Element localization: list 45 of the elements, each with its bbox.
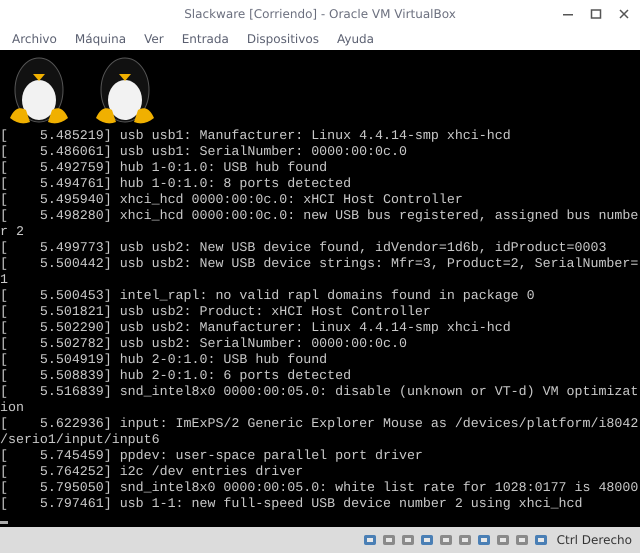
host-key-label: Ctrl Derecho (556, 533, 632, 547)
console-line: ion (0, 400, 25, 416)
console-line: [ 5.495940] xhci_hcd 0000:00:0c.0: xHCI Host Controller (0, 192, 464, 208)
device-status-icon[interactable] (532, 532, 549, 548)
device-status-icon[interactable] (476, 532, 492, 548)
device-status-icon[interactable] (400, 532, 416, 548)
console-line: [ 5.502782] usb usb2: SerialNumber: 0000:00:0c.0 (0, 336, 408, 352)
menu-item[interactable]: Archivo (12, 32, 57, 46)
console-line: [ 5.494761] hub 1-0:1.0: 8 ports detected (0, 176, 352, 192)
console-line: r 2 (0, 224, 25, 240)
console-line: [ 5.795050] snd_intel8x0 0000:00:05.0: white list rate for 1028:0177 is 48000 (0, 480, 640, 496)
text-cursor (0, 521, 8, 524)
console-line: [ 5.486061] usb usb1: SerialNumber: 0000:00:0c.0 (0, 144, 408, 160)
device-status-icon[interactable] (418, 532, 435, 548)
menu-item[interactable]: Ver (144, 32, 164, 46)
console-line: [ 5.500442] usb usb2: New USB device strings: Mfr=3, Product=2, SerialNumber= (0, 256, 640, 272)
maximize-icon[interactable] (590, 8, 602, 20)
menu-item[interactable]: Entrada (182, 32, 229, 46)
device-status-icon[interactable] (362, 532, 378, 548)
console-line: [ 5.622936] input: ImExPS/2 Generic Explorer Mouse as /devices/platform/i8042 (0, 416, 640, 432)
console-line: [ 5.502290] usb usb2: Manufacturer: Linux 4.4.14-smp xhci-hcd (0, 320, 512, 336)
console-line: [ 5.797461] usb 1-1: new full-speed USB device number 2 using xhci_hcd (0, 496, 584, 512)
menu-item[interactable]: Máquina (74, 32, 126, 46)
console-line: [ 5.516839] snd_intel8x0 0000:00:05.0: disable (unknown or VT-d) VM optimizat (0, 384, 640, 400)
device-status-icon[interactable] (456, 532, 473, 548)
console-line: [ 5.508839] hub 2-0:1.0: 6 ports detected (0, 368, 352, 384)
window-title: Slackware [Corriendo] - Oracle VM VirtualBox (184, 7, 456, 21)
device-status-icon[interactable] (438, 532, 454, 548)
console-line: [ 5.504919] hub 2-0:1.0: USB hub found (0, 352, 328, 368)
close-icon[interactable] (618, 8, 630, 20)
console-line: [ 5.492759] hub 1-0:1.0: USB hub found (0, 160, 328, 176)
console-line: [ 5.500453] intel_rapl: no valid rapl domains found in package 0 (0, 288, 536, 304)
console-line: 1 (0, 272, 9, 288)
console-line: [ 5.764252] i2c /dev entries driver (0, 464, 304, 480)
menu-item[interactable]: Dispositivos (246, 32, 319, 46)
console-line: [ 5.485219] usb usb1: Manufacturer: Linux 4.4.14-smp xhci-hcd (0, 128, 512, 144)
console-line: /serio1/input/input6 (0, 432, 161, 448)
menu-item[interactable]: Ayuda (336, 32, 374, 46)
console-line: [ 5.499773] usb usb2: New USB device found, idVendor=1d6b, idProduct=0003 (0, 240, 608, 256)
device-status-icon[interactable] (380, 532, 397, 548)
console-line: [ 5.745459] ppdev: user-space parallel port driver (0, 448, 424, 464)
console-line: [ 5.501821] usb usb2: Product: xHCI Host Controller (0, 304, 432, 320)
device-status-icon[interactable] (514, 532, 530, 548)
device-status-icon[interactable] (494, 532, 511, 548)
console-line: [ 5.498280] xhci_hcd 0000:00:0c.0: new USB bus registered, assigned bus numbe (0, 208, 640, 224)
